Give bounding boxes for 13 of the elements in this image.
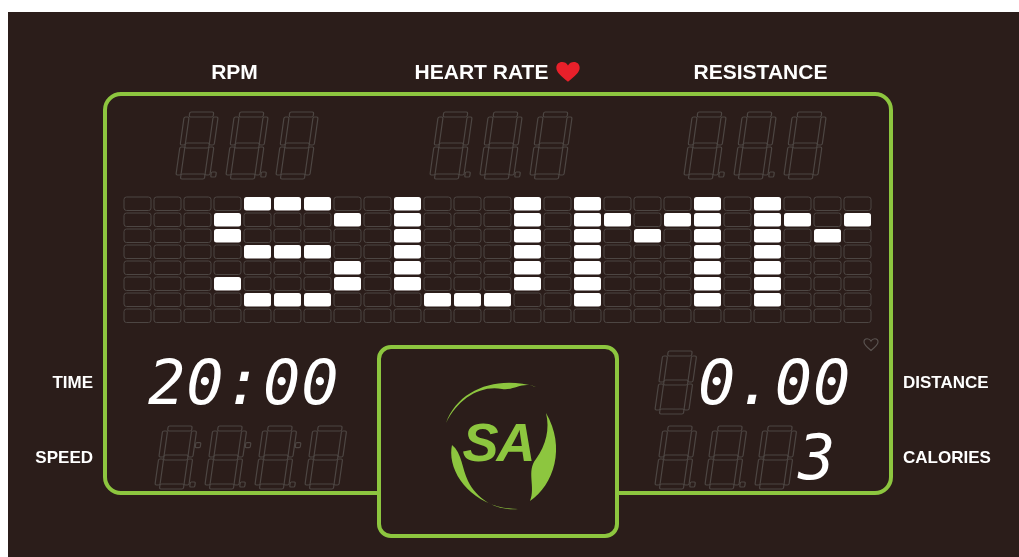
readout-label: TIME bbox=[52, 373, 93, 393]
readout-value: 0.00 bbox=[698, 350, 853, 416]
readout-label: SPEED bbox=[35, 448, 93, 468]
logo-text: SA bbox=[462, 410, 534, 473]
readout-label: CALORIES bbox=[903, 448, 991, 468]
display-label: RPM bbox=[211, 60, 258, 84]
readout-value: 3 bbox=[798, 425, 838, 491]
readout-label: DISTANCE bbox=[903, 373, 989, 393]
display-label: HEART RATE bbox=[414, 60, 549, 84]
display-label: RESISTANCE bbox=[693, 60, 828, 84]
readout-value: 20:00 bbox=[148, 350, 341, 416]
heart-outline-icon bbox=[863, 338, 879, 352]
heart-icon bbox=[556, 61, 581, 83]
